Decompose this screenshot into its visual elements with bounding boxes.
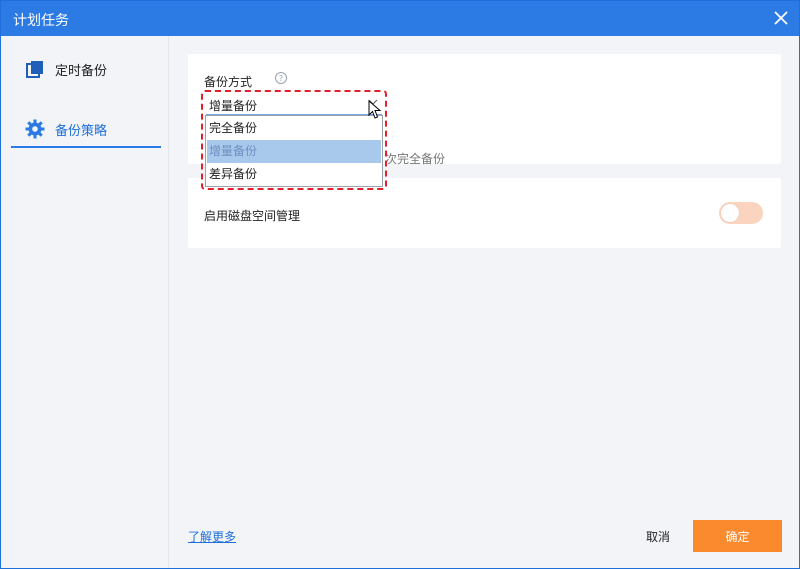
sidebar: 定时备份 备份策略 xyxy=(1,36,169,568)
toggle-knob xyxy=(721,204,739,222)
cancel-button[interactable]: 取消 xyxy=(634,520,682,552)
sidebar-item-label: 备份策略 xyxy=(55,124,108,139)
backup-method-select[interactable]: 增量备份 xyxy=(206,93,382,115)
backup-method-description: 次完全备份 xyxy=(385,152,446,166)
dialog-window: 计划任务 定时备份 备份策略 备份方式 ? 增量备份 次完全备份 启用磁盘空间管… xyxy=(0,0,800,569)
backup-method-selected-value: 增量备份 xyxy=(209,99,258,113)
copy-icon xyxy=(26,61,43,78)
learn-more-link[interactable]: 了解更多 xyxy=(188,528,236,545)
dropdown-option-incremental[interactable]: 增量备份 xyxy=(207,140,381,163)
disk-management-label: 启用磁盘空间管理 xyxy=(204,209,301,223)
gear-icon xyxy=(25,119,45,139)
dropdown-option-full[interactable]: 完全备份 xyxy=(207,117,381,140)
confirm-button[interactable]: 确定 xyxy=(693,520,782,552)
disk-management-toggle[interactable] xyxy=(719,202,763,224)
mouse-cursor-icon xyxy=(368,100,382,119)
sidebar-item-scheduled-backup[interactable]: 定时备份 xyxy=(11,48,161,88)
backup-method-dropdown: 完全备份 增量备份 差异备份 xyxy=(205,115,383,187)
close-button[interactable] xyxy=(771,8,791,28)
window-title: 计划任务 xyxy=(13,13,69,29)
disk-management-card: 启用磁盘空间管理 xyxy=(188,178,781,248)
close-icon xyxy=(774,11,788,25)
backup-method-label: 备份方式 xyxy=(204,75,253,89)
dropdown-option-differential[interactable]: 差异备份 xyxy=(207,163,381,186)
sidebar-item-label: 定时备份 xyxy=(55,64,108,79)
title-bar: 计划任务 xyxy=(1,1,799,36)
sidebar-item-backup-strategy[interactable]: 备份策略 xyxy=(11,108,161,148)
question-circle-icon[interactable]: ? xyxy=(274,71,288,85)
svg-text:?: ? xyxy=(279,74,283,83)
